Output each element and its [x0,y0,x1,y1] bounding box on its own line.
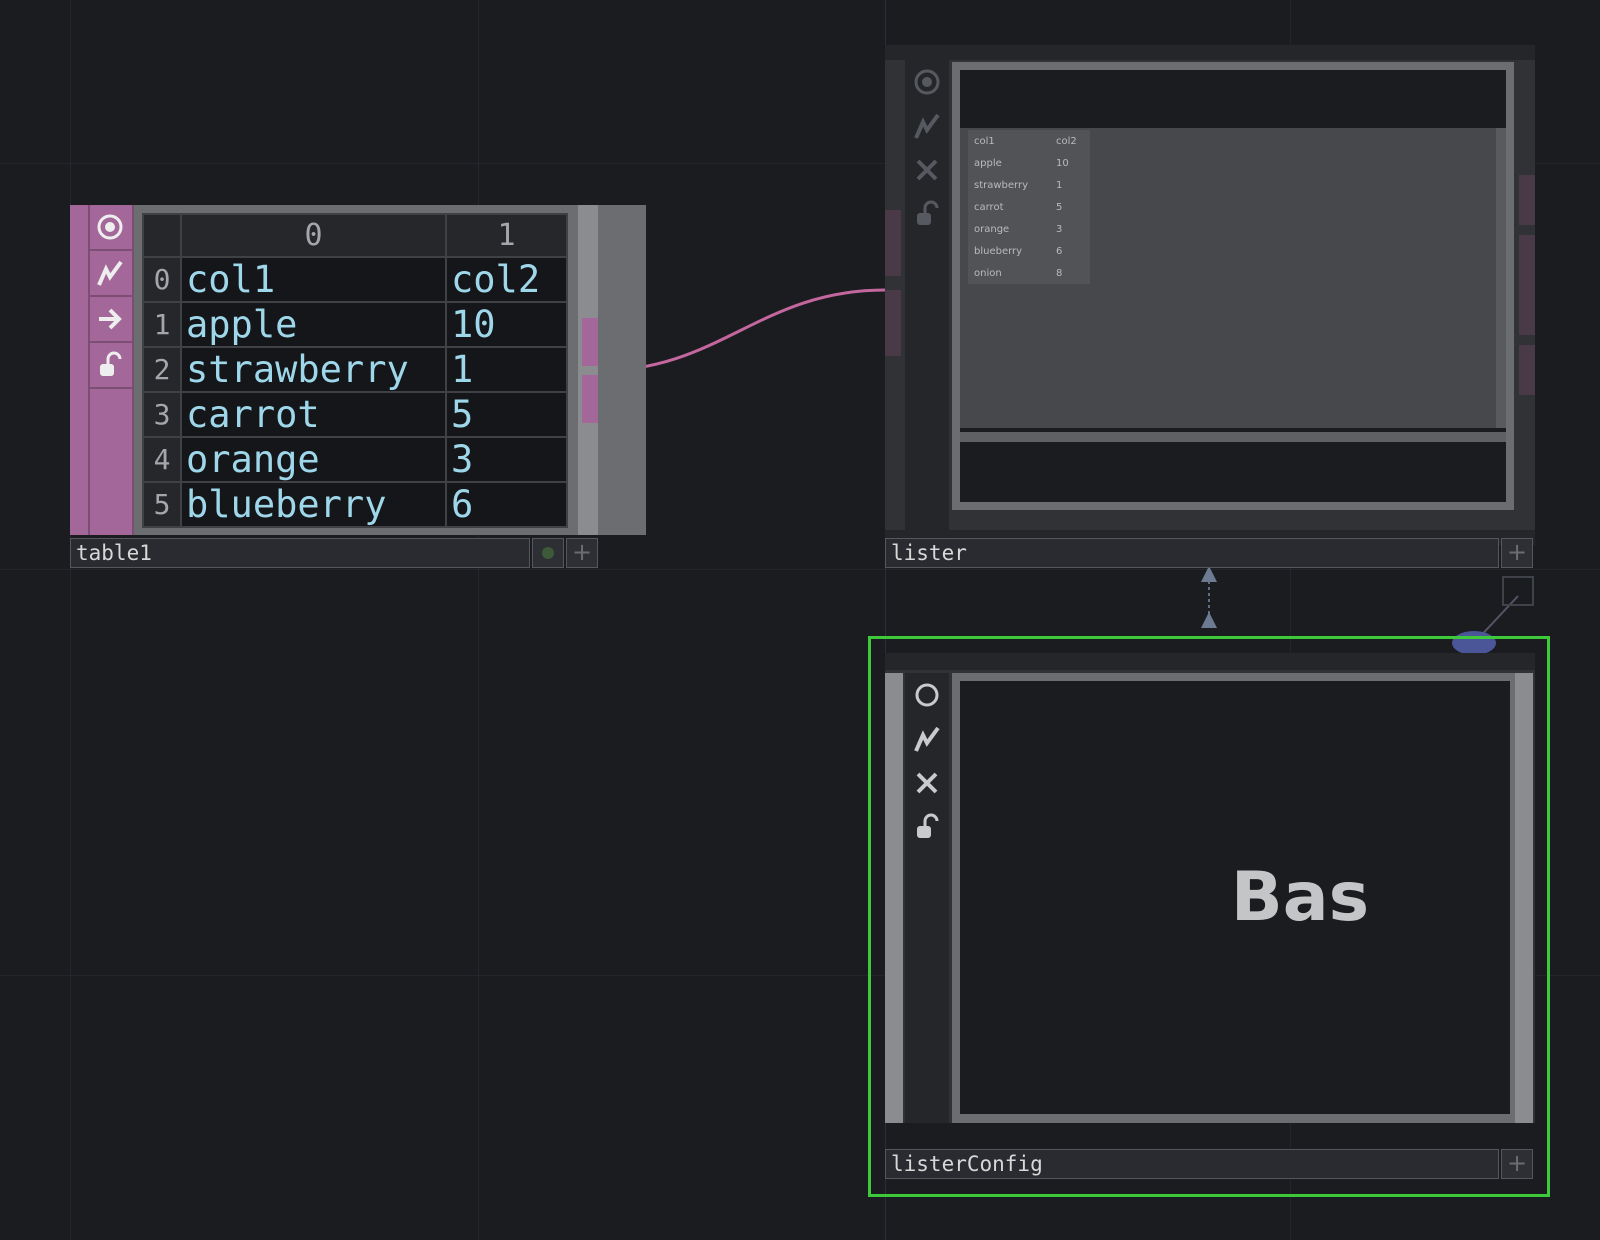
column-header: 1 [445,213,568,258]
table-cell: col2 [445,256,568,303]
table-cell: 5 [445,391,568,438]
plus-icon[interactable]: + [566,538,598,568]
input-connector[interactable] [885,210,901,276]
listerConfig-left-bar [885,673,903,1123]
lister-body: col1 col2 apple 10 strawberry 1 carrot 5 ora… [885,60,1535,530]
plus-icon[interactable]: + [1501,538,1533,568]
lister-preview-table: col1 col2 apple 10 strawberry 1 carrot 5 ora… [968,130,1090,284]
table1-right-bar [578,205,598,535]
table-cell: 10 [445,301,568,348]
list-item: col1 col2 [974,135,1077,147]
table-cell: blueberry [180,481,447,528]
list-item: apple 10 [974,157,1069,169]
table-cell: strawberry [180,346,447,393]
lister-list-area[interactable]: col1 col2 apple 10 strawberry 1 carrot 5 ora… [960,128,1496,428]
viewer-active-icon[interactable] [905,60,949,104]
listerConfig-top-strip [885,653,1535,670]
lock-icon[interactable] [905,805,949,849]
viewer-active-icon[interactable] [88,205,132,251]
lister-preview-screen: col1 col2 apple 10 strawberry 1 carrot 5 ora… [960,70,1506,502]
lock-icon[interactable] [905,192,949,236]
viewer-toggle-button[interactable] [532,538,564,568]
preview-text: Bas [1230,858,1370,937]
lister-flag-column [905,60,949,530]
node-name-lister[interactable]: lister [885,538,1499,568]
listerConfig-right-bar [1515,673,1533,1123]
table-cell: 3 [445,436,568,483]
plus-icon[interactable]: + [1501,1149,1533,1179]
column-header: 0 [180,213,447,258]
row-index: 5 [142,481,182,528]
output-connector[interactable] [1519,235,1535,335]
table1-flag-column [70,205,134,535]
row-index: 3 [142,391,182,438]
corner-cell [142,213,182,258]
output-arrow-icon[interactable] [88,297,132,343]
table-cell: col1 [180,256,447,303]
bypass-icon[interactable] [905,717,949,761]
table-cell: 1 [445,346,568,393]
bypass-icon[interactable] [88,251,132,297]
node-name-table1[interactable]: table1 [70,538,530,568]
row-index: 2 [142,346,182,393]
row-index: 4 [142,436,182,483]
table-header-row: 0 1 [142,213,568,258]
output-connector[interactable] [582,375,598,423]
vertical-scrollbar[interactable] [1496,128,1506,428]
wire-arrow-up [1201,612,1217,628]
circle-icon[interactable] [905,673,949,717]
list-item: blueberry 6 [974,245,1063,257]
table-cell: 6 [445,481,568,528]
output-connector[interactable] [582,318,598,366]
listerConfig-flag-column [905,673,949,1123]
horizontal-scrollbar[interactable] [960,432,1506,442]
table1-data-table: 0 1 0 col1 col2 1 apple 10 2 strawberry … [142,213,568,528]
lock-icon[interactable] [88,343,132,389]
output-connector[interactable] [1519,345,1535,395]
table-cell: carrot [180,391,447,438]
close-icon[interactable] [905,148,949,192]
list-item: carrot 5 [974,201,1063,213]
table-row: 4 orange 3 [142,436,568,483]
output-connector[interactable] [1519,175,1535,225]
input-connector[interactable] [885,290,901,356]
lister-top-cap [885,45,1535,60]
row-index: 1 [142,301,182,348]
list-item: strawberry 1 [974,179,1063,191]
close-icon[interactable] [905,761,949,805]
table1-node[interactable]: 0 1 0 col1 col2 1 apple 10 2 strawberry … [70,205,646,535]
lister-node[interactable]: col1 col2 apple 10 strawberry 1 carrot 5 ora… [885,45,1535,570]
list-item: onion 8 [974,267,1063,279]
list-item: orange 3 [974,223,1063,235]
table-cell: apple [180,301,447,348]
lister-viewer[interactable]: col1 col2 apple 10 strawberry 1 carrot 5 ora… [952,62,1514,510]
table1-left-strip [88,205,90,535]
table-row: 3 carrot 5 [142,391,568,438]
node-name-listerConfig[interactable]: listerConfig [885,1149,1499,1179]
table-row: 1 apple 10 [142,301,568,348]
link-target-box [1502,576,1534,606]
listerConfig-node[interactable]: Bas listerConfig + [868,636,1550,1197]
bypass-icon[interactable] [905,104,949,148]
listerConfig-viewer[interactable]: Bas [952,673,1526,1123]
table-cell: orange [180,436,447,483]
table1-viewer[interactable]: 0 1 0 col1 col2 1 apple 10 2 strawberry … [134,205,646,535]
table-row: 2 strawberry 1 [142,346,568,393]
listerConfig-preview-screen: Bas [960,681,1510,1114]
row-index: 0 [142,256,182,303]
table-row: 0 col1 col2 [142,256,568,303]
table-row: 5 blueberry 6 [142,481,568,528]
